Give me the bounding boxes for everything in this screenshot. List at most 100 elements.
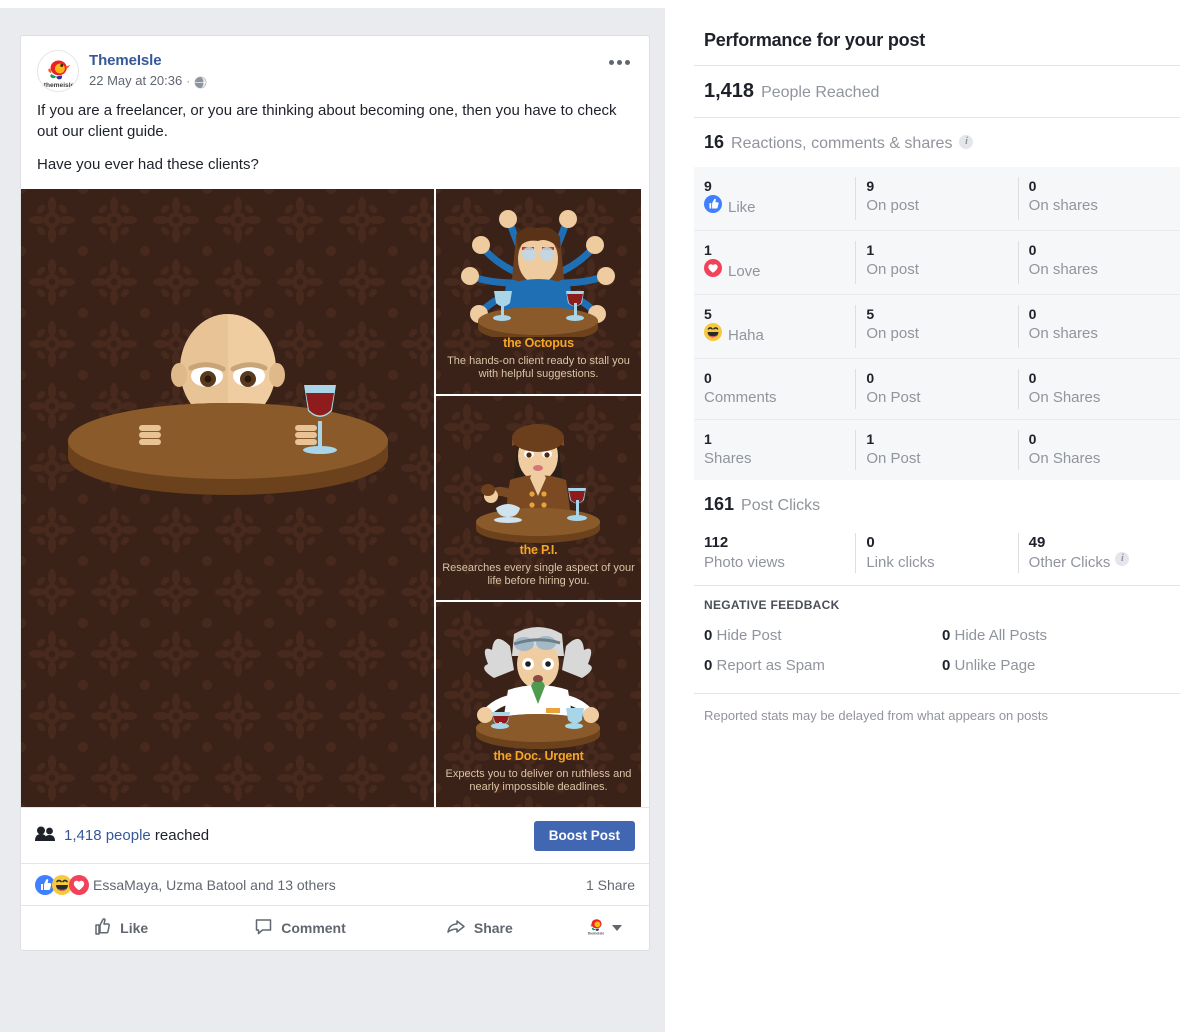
share-arrow-icon: [446, 917, 466, 939]
thumbnail-title: the Doc. Urgent: [493, 749, 584, 764]
reach-info: 1,418 people reached: [35, 826, 209, 846]
post-as-page-selector[interactable]: themeisle: [569, 915, 639, 941]
haha-icon: [704, 323, 722, 348]
count: 9: [866, 178, 875, 194]
avatar[interactable]: themeisle: [37, 50, 79, 92]
post-header: themeisle ThemeIsle 22 May at 20:36 ·: [21, 36, 649, 96]
post-action-bar: Like Comment Share themeisle: [21, 905, 649, 950]
love-icon: [704, 259, 722, 284]
count: 0: [1028, 306, 1037, 322]
info-icon[interactable]: i: [959, 135, 974, 149]
post-image-thumbnail-pi[interactable]: the P.I. Researches every single aspect …: [436, 395, 641, 601]
dot: [624, 59, 630, 65]
post-meta-row: 22 May at 20:36 ·: [89, 73, 208, 89]
dot: [616, 59, 622, 65]
reaction-name: Like: [728, 198, 756, 216]
count: 0: [1028, 431, 1037, 447]
count: 0: [704, 657, 713, 674]
share-count[interactable]: 1 Share: [586, 877, 635, 893]
themeisle-logo-icon: themeisle: [38, 51, 78, 91]
label: Hide Post: [716, 627, 782, 644]
comment-button-label: Comment: [281, 920, 346, 936]
click-type-link-clicks: 0 Link clicks: [855, 533, 1017, 573]
meta-separator: ·: [186, 74, 191, 88]
info-icon[interactable]: i: [1115, 552, 1130, 566]
count: 112: [704, 534, 729, 551]
label: Shares: [704, 450, 752, 467]
post-author-name[interactable]: ThemeIsle: [89, 51, 207, 70]
more-options-icon[interactable]: [601, 50, 637, 74]
reported-stats-note: Reported stats may be delayed from what …: [704, 708, 1048, 723]
engagement-row[interactable]: 16 Reactions, comments & shares i: [694, 118, 1180, 167]
negative-feedback-block: NEGATIVE FEEDBACK 0 Hide Post 0 Hide All…: [694, 586, 1180, 693]
thumbnail-description: Researches every single aspect of your l…: [442, 561, 635, 587]
count: 1: [866, 242, 875, 258]
label: Unlike Page: [954, 657, 1036, 674]
post-reach-bar: 1,418 people reached Boost Post: [21, 807, 649, 863]
count: 9: [704, 178, 712, 194]
like-icon: [704, 195, 722, 220]
count: 0: [942, 627, 951, 644]
reach-text: 1,418 people reached: [64, 827, 209, 844]
breakdown-cell-type: 1 Shares: [704, 430, 855, 470]
label: On Post: [866, 450, 921, 467]
comment-button[interactable]: Comment: [210, 906, 389, 950]
count: 0: [866, 534, 875, 551]
engagement-label: Reactions, comments & shares: [731, 135, 953, 152]
label: On post: [866, 197, 919, 214]
reaction-name: Haha: [728, 326, 764, 344]
count: 0: [1028, 242, 1037, 258]
click-type-other-clicks: 49 Other Clicks i: [1017, 533, 1180, 573]
post-timestamp[interactable]: 22 May at 20:36: [89, 73, 182, 89]
label: Other Clicks i: [1028, 552, 1180, 573]
negative-feedback-title: NEGATIVE FEEDBACK: [704, 598, 840, 612]
like-button[interactable]: Like: [31, 906, 210, 950]
post-image-main[interactable]: the Creeper Will ask you for the weirdes…: [21, 189, 434, 807]
breakdown-cell-on-post: 5 On post: [855, 305, 1017, 348]
label: Link clicks: [866, 554, 935, 571]
label: Report as Spam: [716, 657, 825, 674]
count: 5: [866, 306, 875, 322]
label: Haha: [704, 323, 855, 348]
label: Photo views: [704, 554, 785, 571]
people-reached-row[interactable]: 1,418 People Reached: [694, 66, 1180, 117]
breakdown-row-like: 9 Like 9 On post 0 On shares: [694, 167, 1180, 230]
globe-icon[interactable]: [194, 75, 208, 89]
reaction-names[interactable]: EssaMaya, Uzma Batool and 13 others: [93, 877, 336, 893]
label: Love: [704, 259, 855, 284]
breakdown-cell-on-shares: 0 On shares: [1017, 305, 1180, 348]
negative-feedback-report-as-spam: 0 Report as Spam: [704, 651, 942, 681]
count: 1: [866, 431, 875, 447]
post-clicks-row[interactable]: 161 Post Clicks: [694, 480, 1180, 529]
post-image-thumbnail-octopus[interactable]: the Octopus The hands-on client ready to…: [436, 189, 641, 394]
negative-feedback-hide-post: 0 Hide Post: [704, 621, 942, 651]
comment-bubble-icon: [254, 917, 273, 939]
reaction-breakdown-grid: 9 Like 9 On post 0 On shares 1 Love 1 On…: [694, 167, 1180, 480]
breakdown-row-haha: 5 Haha 5 On post 0 On shares: [694, 294, 1180, 358]
label: Like: [704, 195, 855, 220]
other-clicks-label-text: Other Clicks: [1028, 554, 1111, 571]
label: On shares: [1028, 325, 1098, 342]
count: 0: [704, 627, 713, 644]
breakdown-cell-on-post: 1 On Post: [855, 430, 1017, 470]
count: 0: [1028, 178, 1037, 194]
doc-urgent-illustration: [476, 627, 600, 750]
share-button[interactable]: Share: [390, 906, 569, 950]
label: On post: [866, 325, 919, 342]
love-icon: [69, 875, 89, 895]
people-reached-value: 1,418: [704, 80, 755, 102]
breakdown-cell-type: 0 Comments: [704, 369, 855, 409]
thumbnail-title: the Octopus: [503, 336, 574, 350]
people-icon: [35, 826, 55, 846]
label: On post: [866, 261, 919, 278]
reaction-icon-stack[interactable]: [35, 875, 89, 895]
reach-count-link[interactable]: 1,418 people: [64, 827, 151, 844]
like-button-label: Like: [120, 920, 149, 936]
post-image-thumbnail-doc-urgent[interactable]: the Doc. Urgent Expects you to deliver o…: [436, 602, 641, 808]
label: On Post: [866, 389, 921, 406]
thumbnail-title: the P.I.: [519, 542, 558, 557]
screenshot-root: themeisle ThemeIsle 22 May at 20:36 · If…: [0, 0, 1180, 1032]
boost-post-button[interactable]: Boost Post: [533, 820, 635, 851]
breakdown-cell-type: 5 Haha: [704, 305, 855, 348]
negative-feedback-grid: 0 Hide Post 0 Hide All Posts 0 Report as…: [704, 621, 1180, 681]
